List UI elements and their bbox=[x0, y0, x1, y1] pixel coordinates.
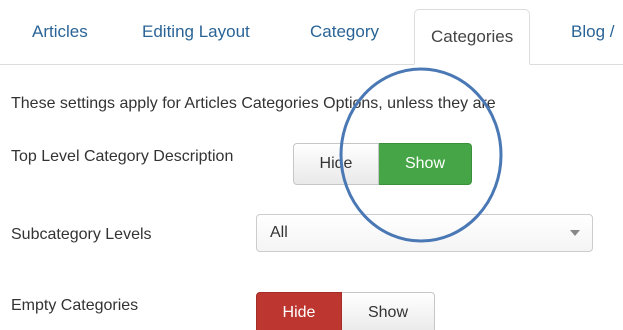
subcategory-levels-value: All bbox=[270, 224, 288, 241]
tab-bar: Articles Editing Layout Category Categor… bbox=[0, 0, 623, 65]
tab-categories[interactable]: Categories bbox=[414, 9, 531, 65]
tab-blog[interactable]: Blog / bbox=[555, 0, 623, 64]
empty-categories-toggle: Hide Show bbox=[256, 292, 435, 330]
top-level-category-description-label: Top Level Category Description bbox=[11, 148, 234, 165]
empty-categories-hide-button[interactable]: Hide bbox=[256, 292, 342, 330]
top-level-description-show-button[interactable]: Show bbox=[379, 143, 472, 185]
intro-text: These settings apply for Articles Catego… bbox=[11, 95, 496, 112]
subcategory-levels-select[interactable]: All bbox=[256, 214, 593, 252]
subcategory-levels-label: Subcategory Levels bbox=[11, 226, 152, 243]
empty-categories-label: Empty Categories bbox=[11, 297, 139, 314]
tab-category[interactable]: Category bbox=[294, 0, 395, 64]
top-level-category-description-toggle: Hide Show bbox=[293, 143, 472, 185]
screen: Articles Editing Layout Category Categor… bbox=[0, 0, 623, 330]
tab-editing-layout[interactable]: Editing Layout bbox=[126, 0, 266, 64]
tab-articles[interactable]: Articles bbox=[16, 0, 104, 64]
empty-categories-show-button[interactable]: Show bbox=[342, 292, 435, 330]
chevron-down-icon bbox=[570, 230, 580, 236]
top-level-description-hide-button[interactable]: Hide bbox=[293, 143, 379, 185]
